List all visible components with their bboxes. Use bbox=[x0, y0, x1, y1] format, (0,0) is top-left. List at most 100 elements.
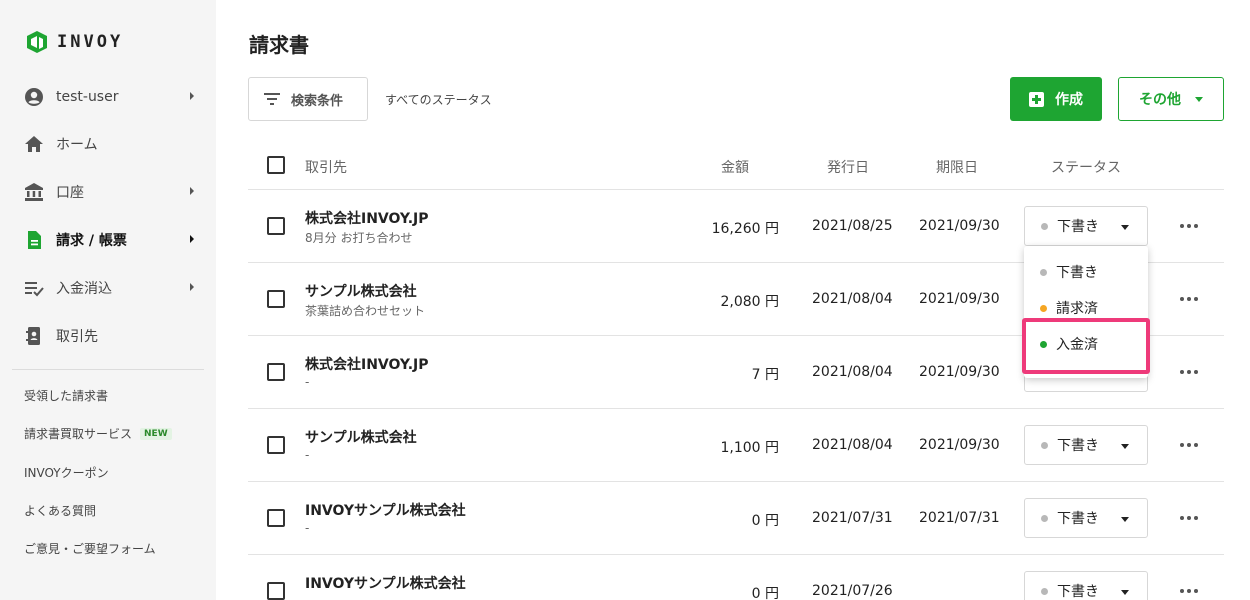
status-dropdown[interactable]: 下書き bbox=[1024, 425, 1148, 465]
sidebar-link-faq[interactable]: よくある質問 bbox=[24, 502, 96, 519]
other-menu-button[interactable]: その他 bbox=[1118, 77, 1224, 121]
chevron-down-icon bbox=[1121, 590, 1129, 595]
sidebar-link-label: 請求書買取サービス bbox=[24, 427, 133, 441]
header-issue-date[interactable]: 発行日 bbox=[827, 157, 869, 177]
header-due-date[interactable]: 期限日 bbox=[936, 157, 978, 177]
more-options-icon[interactable] bbox=[1179, 440, 1199, 450]
row-client-name[interactable]: INVOYサンプル株式会社 bbox=[305, 573, 466, 593]
status-dot bbox=[1041, 587, 1048, 595]
status-option-label: 下書き bbox=[1056, 265, 1098, 281]
status-label: 下書き bbox=[1057, 219, 1099, 235]
select-all-checkbox[interactable] bbox=[267, 156, 285, 174]
sidebar-link-factoring-service[interactable]: 請求書買取サービス NEW bbox=[24, 425, 172, 442]
sidebar-link-label: INVOYクーポン bbox=[24, 466, 109, 480]
status-filter-text: すべてのステータス bbox=[385, 93, 492, 107]
row-due-date: 2021/09/30 bbox=[919, 218, 1000, 234]
row-checkbox[interactable] bbox=[267, 509, 285, 527]
sidebar-link-feedback[interactable]: ご意見・ご要望フォーム bbox=[24, 540, 156, 557]
sidebar-item-clients[interactable]: 取引先 bbox=[24, 324, 194, 348]
checklist-icon bbox=[24, 278, 44, 298]
sidebar-item-label: ホーム bbox=[56, 137, 98, 153]
row-issue-date: 2021/08/04 bbox=[812, 364, 893, 380]
sidebar-item-user[interactable]: test-user bbox=[24, 85, 194, 109]
more-options-icon[interactable] bbox=[1179, 513, 1199, 523]
sidebar-link-label: よくある質問 bbox=[24, 504, 97, 518]
sidebar-item-reconciliation[interactable]: 入金消込 bbox=[24, 276, 194, 300]
home-icon bbox=[24, 134, 44, 154]
row-checkbox[interactable] bbox=[267, 582, 285, 600]
status-label: 下書き bbox=[1057, 584, 1099, 600]
sidebar-item-invoices[interactable]: 請求 / 帳票 bbox=[24, 228, 194, 252]
sidebar-link-label: 受領した請求書 bbox=[24, 389, 109, 403]
row-memo: - bbox=[305, 521, 310, 535]
row-client-name[interactable]: INVOYサンプル株式会社 bbox=[305, 500, 466, 520]
status-dropdown[interactable]: 下書き bbox=[1024, 206, 1148, 246]
row-amount: 0 円 bbox=[751, 513, 779, 529]
caret-right-icon bbox=[190, 92, 194, 100]
row-client-name[interactable]: 株式会社INVOY.JP bbox=[305, 354, 429, 374]
chevron-down-icon bbox=[1121, 517, 1129, 522]
status-dropdown[interactable]: 下書き bbox=[1024, 571, 1148, 600]
row-issue-date: 2021/07/31 bbox=[812, 510, 893, 526]
new-badge: NEW bbox=[140, 427, 172, 440]
sidebar: INVOY test-user ホーム 口座 請求 / 帳票 入金消込 取引先 … bbox=[0, 0, 216, 600]
row-issue-date: 2021/08/04 bbox=[812, 291, 893, 307]
sidebar-link-received-invoices[interactable]: 受領した請求書 bbox=[24, 387, 108, 404]
row-client-name[interactable]: 株式会社INVOY.JP bbox=[305, 208, 429, 228]
status-dot bbox=[1040, 268, 1047, 276]
status-dropdown[interactable]: 下書き bbox=[1024, 498, 1148, 538]
row-checkbox[interactable] bbox=[267, 436, 285, 454]
row-memo: - bbox=[305, 448, 310, 462]
sidebar-item-home[interactable]: ホーム bbox=[24, 132, 194, 156]
row-client-name[interactable]: サンプル株式会社 bbox=[305, 427, 417, 447]
row-checkbox[interactable] bbox=[267, 363, 285, 381]
sidebar-item-bank[interactable]: 口座 bbox=[24, 180, 194, 204]
row-client-name[interactable]: サンプル株式会社 bbox=[305, 281, 417, 301]
caret-right-icon bbox=[190, 283, 194, 291]
status-dot bbox=[1041, 514, 1048, 522]
create-label: 作成 bbox=[1055, 92, 1083, 108]
caret-right-icon bbox=[190, 187, 194, 195]
sidebar-link-label: ご意見・ご要望フォーム bbox=[24, 542, 156, 556]
chevron-down-icon bbox=[1121, 225, 1129, 230]
header-client[interactable]: 取引先 bbox=[305, 157, 347, 177]
row-checkbox[interactable] bbox=[267, 290, 285, 308]
create-button[interactable]: 作成 bbox=[1010, 77, 1102, 121]
page-title: 請求書 bbox=[249, 33, 309, 57]
more-options-icon[interactable] bbox=[1179, 294, 1199, 304]
row-due-date: 2021/09/30 bbox=[919, 364, 1000, 380]
app-name: INVOY bbox=[57, 32, 124, 52]
row-memo: 茶葉詰め合わせセット bbox=[305, 304, 426, 318]
document-icon bbox=[24, 230, 44, 250]
sidebar-item-label: 口座 bbox=[56, 185, 84, 201]
status-label: 下書き bbox=[1057, 438, 1099, 454]
row-due-date: 2021/09/30 bbox=[919, 291, 1000, 307]
row-checkbox[interactable] bbox=[267, 217, 285, 235]
sidebar-item-label: 取引先 bbox=[56, 329, 98, 345]
table-divider bbox=[248, 408, 1224, 409]
row-memo: - bbox=[305, 375, 310, 389]
more-options-icon[interactable] bbox=[1179, 221, 1199, 231]
filter-icon bbox=[264, 93, 280, 105]
status-option-draft[interactable]: 下書き bbox=[1024, 254, 1148, 290]
status-dot bbox=[1041, 222, 1048, 230]
table-divider bbox=[248, 481, 1224, 482]
sidebar-link-coupon[interactable]: INVOYクーポン bbox=[24, 464, 109, 481]
invoy-logo[interactable]: INVOY bbox=[26, 30, 123, 54]
other-label: その他 bbox=[1139, 92, 1181, 108]
more-options-icon[interactable] bbox=[1179, 586, 1199, 596]
sidebar-item-label: 請求 / 帳票 bbox=[56, 233, 127, 249]
status-dot bbox=[1041, 441, 1048, 449]
header-amount[interactable]: 金額 bbox=[721, 157, 749, 177]
row-amount: 7 円 bbox=[751, 367, 779, 383]
plus-icon bbox=[1029, 91, 1044, 107]
header-status[interactable]: ステータス bbox=[1051, 157, 1121, 177]
search-filter-button[interactable]: 検索条件 bbox=[248, 77, 368, 121]
table-divider bbox=[248, 189, 1224, 190]
row-issue-date: 2021/08/25 bbox=[812, 218, 893, 234]
bank-icon bbox=[24, 182, 44, 202]
more-options-icon[interactable] bbox=[1179, 367, 1199, 377]
highlight-box bbox=[1022, 318, 1150, 374]
chevron-down-icon bbox=[1195, 96, 1203, 102]
row-due-date: 2021/09/30 bbox=[919, 437, 1000, 453]
